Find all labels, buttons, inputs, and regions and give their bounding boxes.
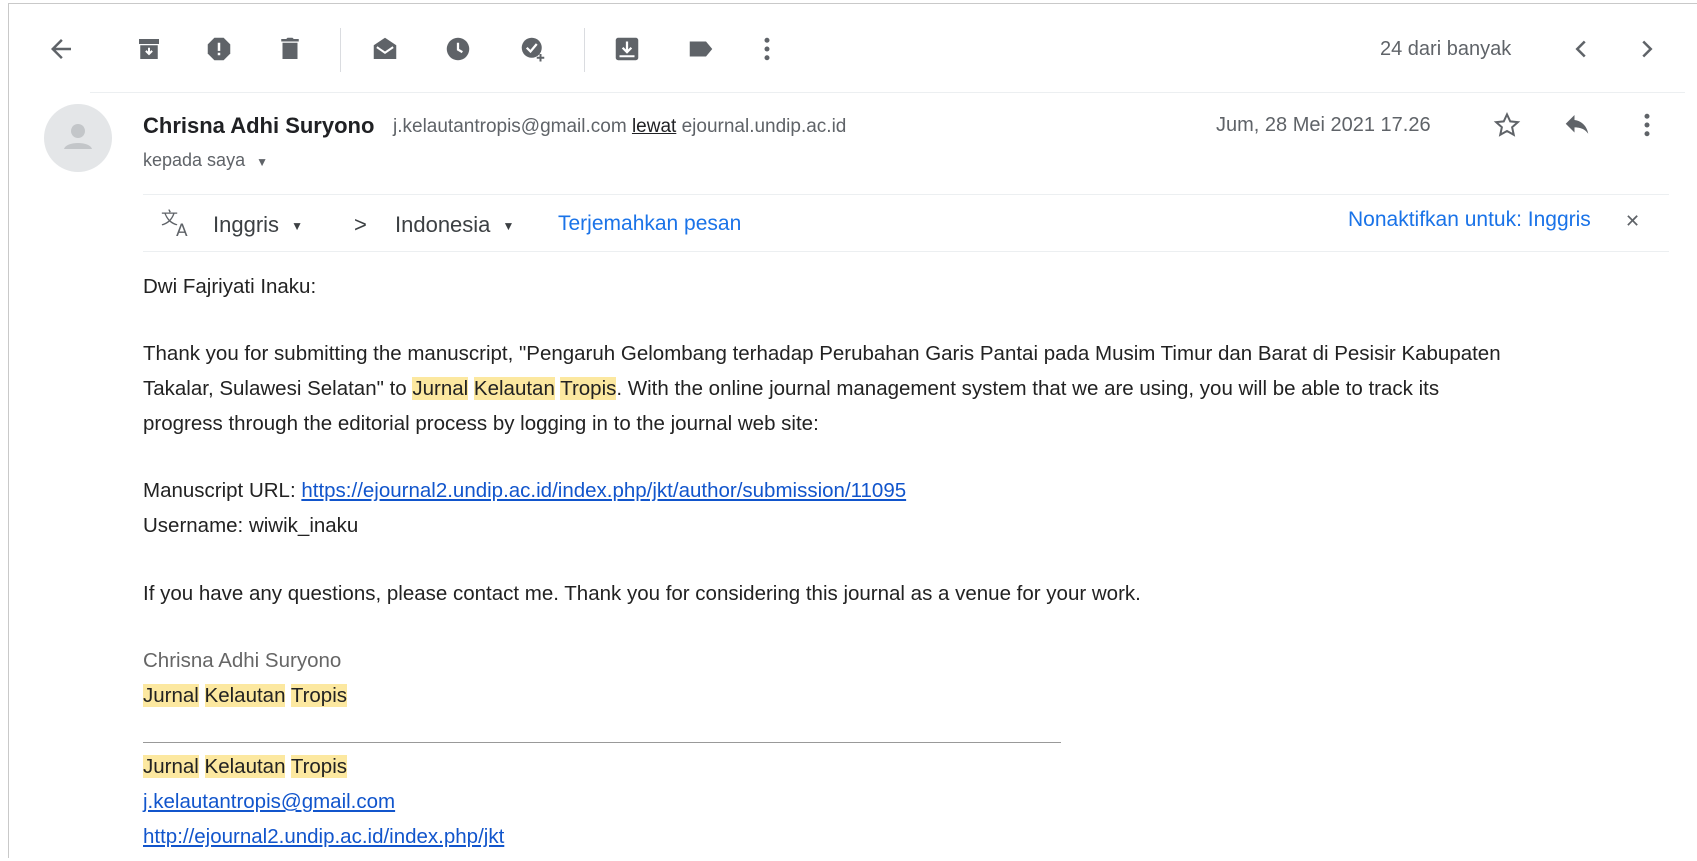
label-icon[interactable] — [686, 34, 716, 64]
message-date: Jum, 28 Mei 2021 17.26 — [1216, 114, 1431, 136]
snooze-icon[interactable] — [443, 34, 473, 64]
language-arrow: > — [354, 212, 367, 237]
journal-highlight: Tropis — [560, 377, 617, 400]
body-line-3: progress through the editorial process b… — [143, 412, 819, 435]
manuscript-url-line: Manuscript URL: https://ejournal2.undip.… — [143, 473, 906, 508]
dropdown-caret-icon: ▼ — [256, 155, 268, 169]
body-line-2: Takalar, Sulawesi Selatan" to Jurnal Kel… — [143, 377, 1440, 400]
mark-unread-icon[interactable] — [370, 34, 400, 64]
signature-divider — [143, 742, 1061, 743]
dropdown-caret-icon: ▼ — [502, 219, 515, 234]
closing-paragraph: If you have any questions, please contac… — [143, 582, 1141, 605]
svg-text:A: A — [176, 221, 188, 238]
manuscript-url-label: Manuscript URL: — [143, 479, 302, 502]
person-icon — [64, 124, 92, 149]
next-chevron-icon[interactable] — [1632, 34, 1662, 64]
archive-icon[interactable] — [134, 34, 164, 64]
translate-message-link[interactable]: Terjemahkan pesan — [558, 212, 741, 236]
target-language: Indonesia — [395, 212, 491, 237]
recipient-dropdown[interactable]: kepada saya ▼ — [143, 150, 268, 171]
footer-journal: Jurnal Kelautan Tropis — [143, 755, 348, 778]
footer-url-link[interactable]: http://ejournal2.undip.ac.id/index.php/j… — [143, 825, 504, 848]
more-options-icon[interactable] — [1632, 110, 1662, 140]
back-arrow-icon[interactable] — [46, 34, 76, 64]
translate-bar: 文 A Inggris ▼ > Indonesia ▼ Terjemahkan … — [143, 194, 1669, 252]
signature-name: Chrisna Adhi Suryono — [143, 649, 342, 672]
report-spam-icon[interactable] — [204, 34, 234, 64]
signature-journal: Jurnal Kelautan Tropis — [143, 684, 348, 707]
greeting: Dwi Fajriyati Inaku: — [143, 275, 317, 298]
more-vert-icon[interactable] — [752, 34, 782, 64]
translate-icon: 文 A — [160, 208, 194, 243]
delete-icon[interactable] — [275, 34, 305, 64]
star-icon[interactable] — [1492, 110, 1522, 140]
move-to-icon[interactable] — [612, 34, 642, 64]
disable-translation-link[interactable]: Nonaktifkan untuk: Inggris — [1348, 208, 1591, 232]
journal-highlight: Kelautan — [473, 377, 555, 400]
sender-email-line: j.kelautantropis@gmail.com lewat ejourna… — [393, 116, 846, 138]
footer-email-link[interactable]: j.kelautantropis@gmail.com — [143, 790, 395, 813]
avatar[interactable] — [44, 104, 112, 172]
message-count: 24 dari banyak — [1380, 38, 1512, 60]
sender-name[interactable]: Chrisna Adhi Suryono — [143, 113, 374, 139]
source-language: Inggris — [213, 212, 280, 237]
prev-chevron-icon[interactable] — [1566, 34, 1596, 64]
target-language-dropdown[interactable]: Indonesia ▼ — [395, 212, 514, 238]
journal-highlight: Jurnal — [412, 377, 469, 400]
username-line: Username: wiwik_inaku — [143, 514, 359, 537]
toolbar-divider — [90, 92, 1685, 93]
recipient-label: kepada saya — [143, 150, 246, 170]
source-language-dropdown[interactable]: Inggris ▼ — [213, 212, 303, 238]
reply-icon[interactable] — [1562, 110, 1592, 140]
sender-email: j.kelautantropis@gmail.com — [393, 116, 627, 137]
footer-url: http://ejournal2.undip.ac.id/index.php/j… — [143, 819, 504, 854]
body-line-1: Thank you for submitting the manuscript,… — [143, 342, 1501, 365]
add-task-icon[interactable] — [518, 34, 548, 64]
manuscript-url-link[interactable]: https://ejournal2.undip.ac.id/index.php/… — [301, 479, 906, 502]
close-icon[interactable]: ✕ — [1625, 211, 1640, 232]
dropdown-caret-icon: ▼ — [291, 219, 304, 234]
via-link[interactable]: lewat — [632, 116, 676, 137]
footer-email: j.kelautantropis@gmail.com — [143, 784, 395, 819]
via-domain: ejournal.undip.ac.id — [681, 116, 847, 137]
